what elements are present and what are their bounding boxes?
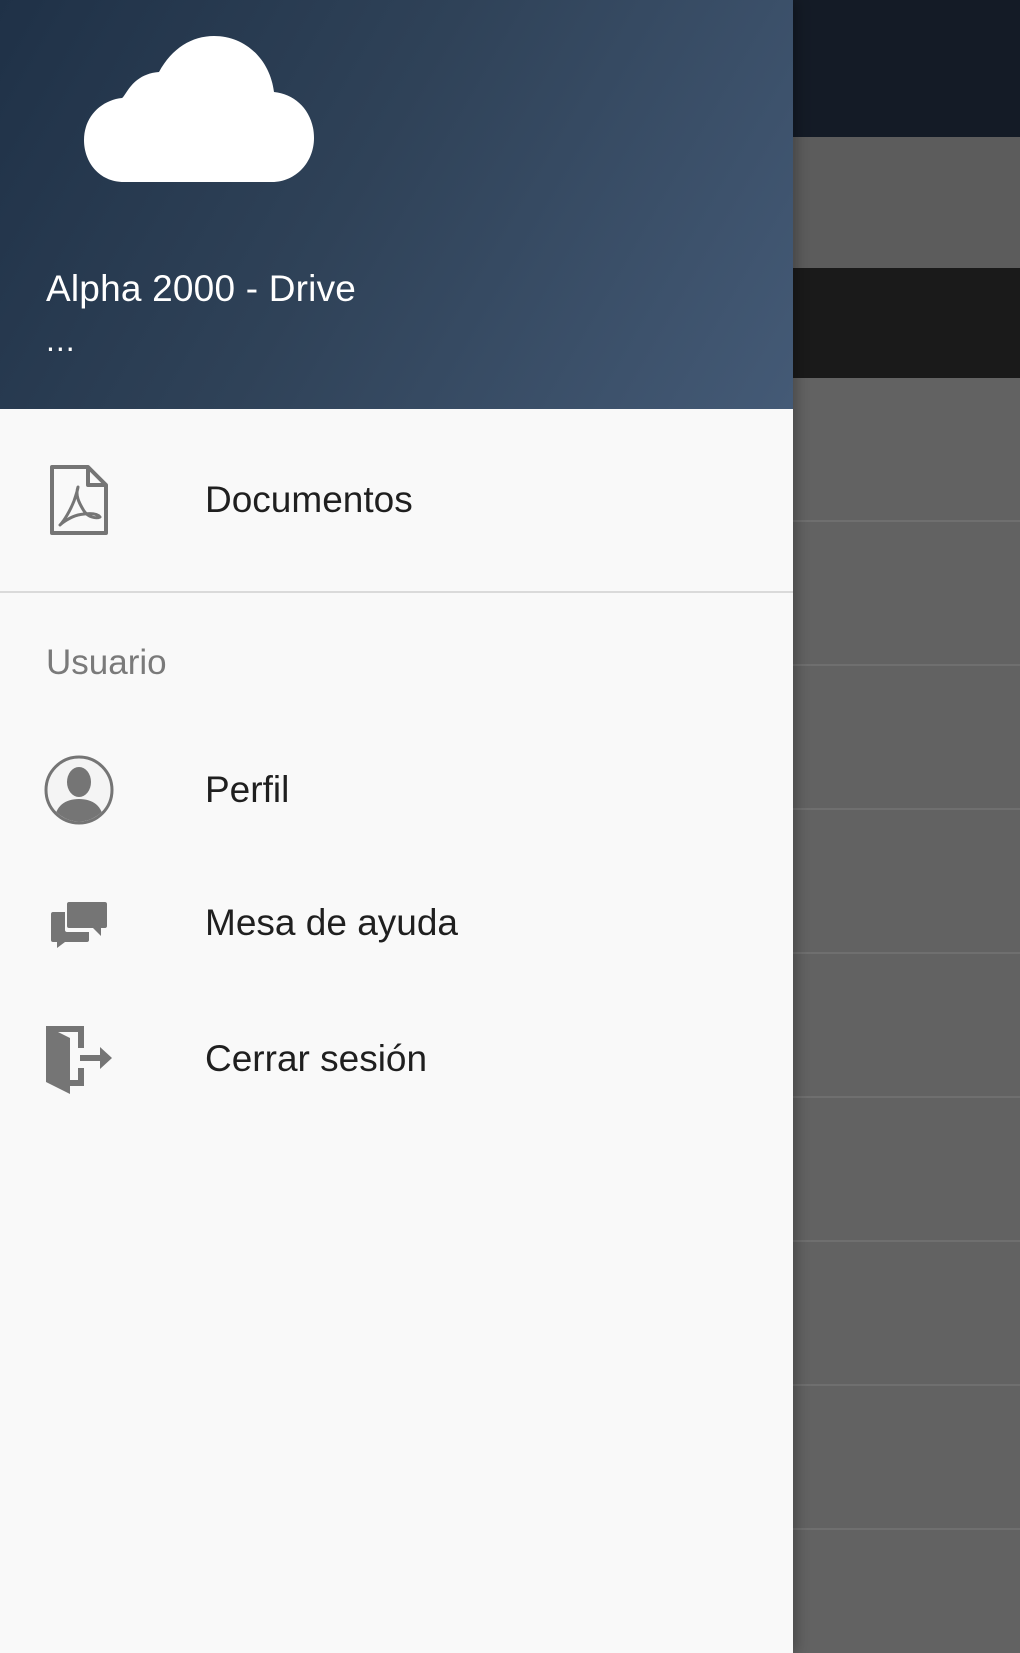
navigation-drawer: Alpha 2000 - Drive ... Documentos Usuari… (0, 0, 793, 1653)
section-header-usuario: Usuario (46, 643, 167, 682)
menu-item-mesa-de-ayuda[interactable]: Mesa de ayuda (0, 855, 793, 991)
menu-item-cerrar-sesion[interactable]: Cerrar sesión (0, 991, 793, 1127)
menu-item-label: Cerrar sesión (205, 1038, 428, 1079)
app-subtitle: ... (46, 322, 76, 358)
screen: Alpha 2000 - Drive ... Documentos Usuari… (0, 0, 1020, 1653)
pdf-document-icon (44, 465, 114, 535)
menu-item-label: Documentos (205, 479, 413, 520)
cloud-icon (84, 36, 314, 182)
menu-item-label: Perfil (205, 769, 290, 810)
drawer-header: Alpha 2000 - Drive ... (0, 0, 793, 409)
menu-item-perfil[interactable]: Perfil (0, 725, 793, 855)
menu-item-label: Mesa de ayuda (205, 902, 459, 943)
app-title: Alpha 2000 - Drive (46, 268, 357, 309)
menu-item-documentos[interactable]: Documentos (0, 409, 793, 591)
logout-icon (44, 1024, 114, 1094)
user-profile-icon (44, 755, 114, 825)
chat-bubbles-icon (44, 888, 114, 958)
